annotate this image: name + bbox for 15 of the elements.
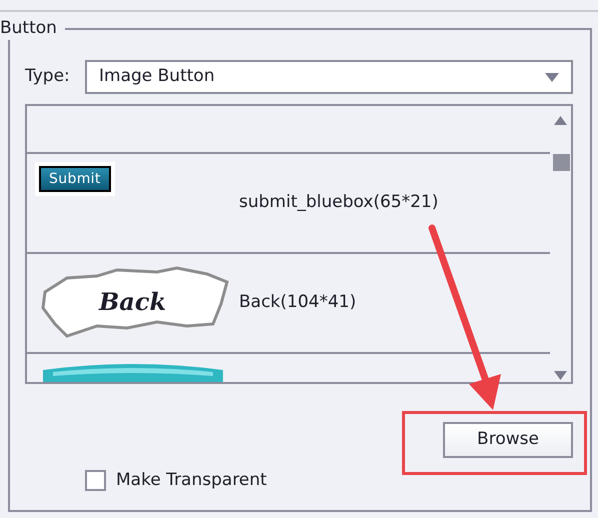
scroll-thumb[interactable] bbox=[553, 154, 570, 171]
image-caption: Back bbox=[99, 286, 166, 318]
image-list-item[interactable]: Back Back(104*41) bbox=[27, 254, 550, 354]
dropdown-arrow-icon bbox=[545, 72, 559, 82]
scroll-up-icon[interactable] bbox=[554, 116, 567, 125]
type-label: Type: bbox=[25, 65, 71, 88]
image-name: Back(104*41) bbox=[239, 291, 356, 314]
scroll-down-icon[interactable] bbox=[554, 371, 567, 380]
submit-image: Submit bbox=[39, 166, 111, 192]
checkbox-label: Make Transparent bbox=[116, 469, 267, 492]
image-name: submit_bluebox(65*21) bbox=[239, 191, 438, 214]
type-dropdown[interactable]: Image Button bbox=[85, 60, 573, 94]
image-list-item[interactable]: Submit submit_bluebox(65*21) bbox=[27, 154, 550, 254]
checkbox[interactable] bbox=[85, 470, 106, 492]
browse-button[interactable]: Browse bbox=[443, 422, 573, 458]
